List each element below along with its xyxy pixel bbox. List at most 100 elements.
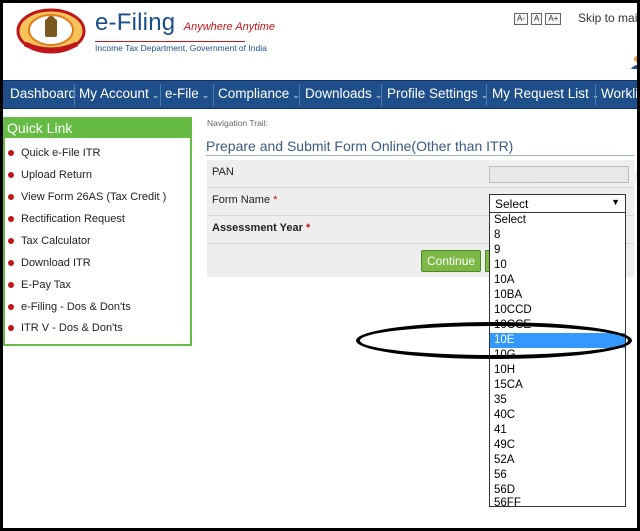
font-normal-button[interactable]: A <box>531 13 543 25</box>
assessment-year-label-text: Assessment Year <box>212 222 303 234</box>
income-tax-emblem-logo <box>16 8 86 54</box>
font-increase-button[interactable]: A+ <box>545 13 562 25</box>
chevron-down-icon: ⌄ <box>201 90 210 100</box>
bullet-icon <box>8 150 14 156</box>
nav-downloads-label: Downloads <box>305 86 372 101</box>
chevron-down-icon: ⌄ <box>151 90 160 100</box>
nav-compliance[interactable]: Compliance ⌄ <box>218 86 300 101</box>
nav-divider <box>486 84 487 106</box>
brand-underline <box>95 41 245 42</box>
quick-link-label: Tax Calculator <box>21 235 91 247</box>
font-size-controls: A- A A+ <box>514 13 562 25</box>
quick-link-label: View Form 26AS (Tax Credit ) <box>21 191 167 203</box>
form-option[interactable]: 10H <box>490 363 625 378</box>
quick-link-item[interactable]: Download ITR <box>5 253 91 273</box>
nav-worklist[interactable]: Workli <box>601 86 637 101</box>
form-option[interactable]: 10A <box>490 273 625 288</box>
bullet-icon <box>8 172 14 178</box>
form-name-select[interactable]: Select ▼ <box>489 194 626 213</box>
continue-button[interactable]: Continue <box>421 250 482 272</box>
brand: e-Filing Anywhere Anytime Income Tax Dep… <box>95 9 276 53</box>
nav-profile-settings-label: Profile Settings <box>387 86 478 101</box>
nav-my-account-label: My Account <box>79 86 149 101</box>
quick-link-label: Rectification Request <box>21 213 125 225</box>
quick-link-label: Quick e-File ITR <box>21 147 101 159</box>
form-option[interactable]: 35 <box>490 393 625 408</box>
nav-divider <box>74 84 75 106</box>
form-option[interactable]: 56FF <box>490 496 625 506</box>
form-option[interactable]: 8 <box>490 228 625 243</box>
nav-worklist-label: Workli <box>601 86 637 101</box>
quick-link-item[interactable]: Upload Return <box>5 165 92 185</box>
quick-link-item[interactable]: Quick e-File ITR <box>5 143 100 163</box>
form-option[interactable]: 10 <box>490 258 625 273</box>
title-divider <box>206 155 634 156</box>
quick-links-panel: Quick Link Quick e-File ITR Upload Retur… <box>3 117 192 346</box>
pan-input[interactable] <box>489 166 629 183</box>
nav-divider <box>595 84 596 106</box>
department-name: Income Tax Department, Government of Ind… <box>95 43 267 53</box>
nav-divider <box>381 84 382 106</box>
nav-profile-settings[interactable]: Profile Settings ⌄ <box>387 86 488 101</box>
form-option[interactable]: 41 <box>490 423 625 438</box>
form-option[interactable]: 52A <box>490 453 625 468</box>
form-option[interactable]: Select <box>490 213 625 228</box>
dropdown-arrow-icon: ▼ <box>611 197 620 207</box>
nav-my-account[interactable]: My Account ⌄ <box>79 86 159 101</box>
site-title[interactable]: e-Filing <box>95 9 175 36</box>
bullet-icon <box>8 238 14 244</box>
pan-label: PAN <box>212 166 234 178</box>
quick-link-item[interactable]: E-Pay Tax <box>5 275 71 295</box>
required-marker: * <box>273 194 278 206</box>
form-option-highlighted[interactable]: 10E <box>490 333 625 348</box>
nav-divider <box>213 84 214 106</box>
quick-link-label: E-Pay Tax <box>21 279 71 291</box>
assessment-year-label: Assessment Year * <box>212 222 310 234</box>
navigation-trail: Navigation Trail: <box>207 118 268 128</box>
form-option[interactable]: 10BA <box>490 288 625 303</box>
nav-my-request-list[interactable]: My Request List⌄ <box>492 86 599 101</box>
skip-to-main-link[interactable]: Skip to main <box>578 11 640 25</box>
form-name-label-text: Form Name <box>212 194 271 206</box>
quick-links-title: Quick Link <box>5 119 190 138</box>
form-option[interactable]: 49C <box>490 438 625 453</box>
nav-divider <box>160 84 161 106</box>
form-title: Prepare and Submit Form Online(Other tha… <box>206 138 514 154</box>
nav-my-request-list-label: My Request List <box>492 86 589 101</box>
nav-dashboard-label: Dashboard <box>10 86 77 101</box>
quick-link-item[interactable]: ITR V - Dos & Don'ts <box>5 318 123 338</box>
quick-link-item[interactable]: Rectification Request <box>5 209 125 229</box>
site-tagline: Anywhere Anytime <box>183 21 276 33</box>
quick-link-item[interactable]: View Form 26AS (Tax Credit ) <box>5 187 166 207</box>
form-option[interactable]: 10G <box>490 348 625 363</box>
form-name-options-list: Select 8 9 10 10A 10BA 10CCD 10CCE 10E 1… <box>489 212 626 507</box>
quick-link-item[interactable]: Tax Calculator <box>5 231 91 251</box>
bullet-icon <box>8 282 14 288</box>
nav-e-file[interactable]: e-File ⌄ <box>165 86 209 101</box>
required-marker: * <box>305 222 311 234</box>
font-decrease-button[interactable]: A- <box>514 13 528 25</box>
bullet-icon <box>8 325 14 331</box>
form-option[interactable]: 10CCE <box>490 318 625 333</box>
nav-downloads[interactable]: Downloads ⌄ <box>305 86 382 101</box>
site-header: e-Filing Anywhere Anytime Income Tax Dep… <box>3 3 640 80</box>
form-option[interactable]: 56 <box>490 468 625 483</box>
quick-link-label: ITR V - Dos & Don'ts <box>21 322 123 334</box>
quick-link-item[interactable]: e-Filing - Dos & Don'ts <box>5 297 131 317</box>
main-nav: Dashboard My Account ⌄ e-File ⌄ Compliance… <box>3 80 637 109</box>
nav-dashboard[interactable]: Dashboard <box>10 86 76 101</box>
form-option[interactable]: 9 <box>490 243 625 258</box>
bullet-icon <box>8 216 14 222</box>
bullet-icon <box>8 304 14 310</box>
quick-link-label: Upload Return <box>21 169 92 181</box>
bullet-icon <box>8 260 14 266</box>
chevron-down-icon: ⌄ <box>480 90 489 100</box>
quick-link-label: e-Filing - Dos & Don'ts <box>21 301 131 313</box>
form-option[interactable]: 15CA <box>490 378 625 393</box>
nav-divider <box>299 84 300 106</box>
form-option[interactable]: 10CCD <box>490 303 625 318</box>
form-name-selected-value: Select <box>495 197 529 211</box>
form-option[interactable]: 40C <box>490 408 625 423</box>
quick-link-label: Download ITR <box>21 257 91 269</box>
user-icon[interactable] <box>630 55 640 69</box>
